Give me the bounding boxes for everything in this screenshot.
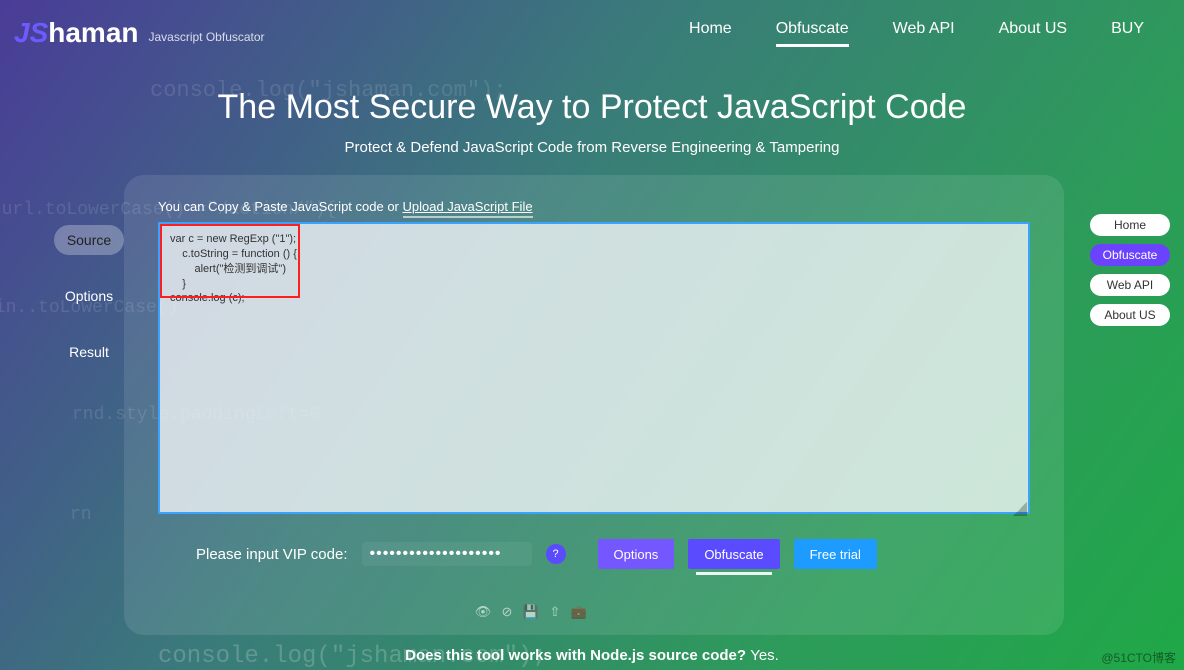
page-subtitle: Protect & Defend JavaScript Code from Re… bbox=[0, 139, 1184, 156]
code-input[interactable] bbox=[158, 222, 1030, 514]
codebox-wrap bbox=[158, 222, 1030, 519]
watermark: @51CTO博客 bbox=[1101, 649, 1176, 666]
save-icon[interactable]: 💾 bbox=[524, 605, 538, 619]
free-trial-button[interactable]: Free trial bbox=[794, 539, 877, 569]
upload-file-link[interactable]: Upload JavaScript File bbox=[403, 199, 533, 218]
float-nav-obfuscate[interactable]: Obfuscate bbox=[1090, 244, 1170, 266]
panel-hint: You can Copy & Paste JavaScript code or … bbox=[158, 199, 1030, 214]
block-icon[interactable]: ⊘ bbox=[500, 605, 514, 619]
tab-options[interactable]: Options bbox=[54, 281, 124, 311]
hero: The Most Secure Way to Protect JavaScrip… bbox=[0, 88, 1184, 156]
nav-home[interactable]: Home bbox=[689, 20, 732, 47]
float-nav: Home Obfuscate Web API About US bbox=[1090, 214, 1170, 326]
faq-answer: Yes. bbox=[750, 647, 779, 664]
nav-webapi[interactable]: Web API bbox=[893, 20, 955, 47]
panel-hint-text: You can Copy & Paste JavaScript code or bbox=[158, 199, 403, 214]
faq-line: Does this tool works with Node.js source… bbox=[0, 647, 1184, 664]
left-tabs: Source Options Result bbox=[54, 225, 124, 367]
obfuscate-button[interactable]: Obfuscate bbox=[688, 539, 779, 569]
tab-result[interactable]: Result bbox=[54, 337, 124, 367]
vip-label: Please input VIP code: bbox=[196, 546, 348, 563]
nav-buy[interactable]: BUY bbox=[1111, 20, 1144, 47]
faq-question: Does this tool works with Node.js source… bbox=[405, 647, 750, 664]
float-nav-about[interactable]: About US bbox=[1090, 304, 1170, 326]
vip-code-input[interactable] bbox=[362, 542, 532, 566]
bg-code-line: rn bbox=[70, 505, 92, 525]
float-nav-home[interactable]: Home bbox=[1090, 214, 1170, 236]
vip-help-icon[interactable]: ? bbox=[546, 544, 566, 564]
nav-about[interactable]: About US bbox=[999, 20, 1067, 47]
logo-part-haman: haman bbox=[48, 17, 138, 49]
tab-source[interactable]: Source bbox=[54, 225, 124, 255]
bottom-row: Please input VIP code: ? Options Obfusca… bbox=[158, 539, 1030, 569]
top-nav: Home Obfuscate Web API About US BUY bbox=[689, 20, 1144, 47]
logo-part-js: JS bbox=[14, 17, 48, 49]
header: JS haman Javascript Obfuscator Home Obfu… bbox=[0, 0, 1184, 56]
eye-icon[interactable]: 👁 bbox=[476, 605, 490, 619]
float-nav-webapi[interactable]: Web API bbox=[1090, 274, 1170, 296]
options-button[interactable]: Options bbox=[598, 539, 675, 569]
upload-icon[interactable]: ⇧ bbox=[548, 605, 562, 619]
main-panel: You can Copy & Paste JavaScript code or … bbox=[124, 175, 1064, 635]
nav-obfuscate[interactable]: Obfuscate bbox=[776, 20, 849, 47]
logo-subtitle: Javascript Obfuscator bbox=[149, 30, 265, 44]
page-title: The Most Secure Way to Protect JavaScrip… bbox=[0, 88, 1184, 127]
icon-row: 👁 ⊘ 💾 ⇧ 💼 bbox=[476, 605, 586, 619]
briefcase-icon[interactable]: 💼 bbox=[572, 605, 586, 619]
logo: JS haman Javascript Obfuscator bbox=[14, 17, 265, 49]
